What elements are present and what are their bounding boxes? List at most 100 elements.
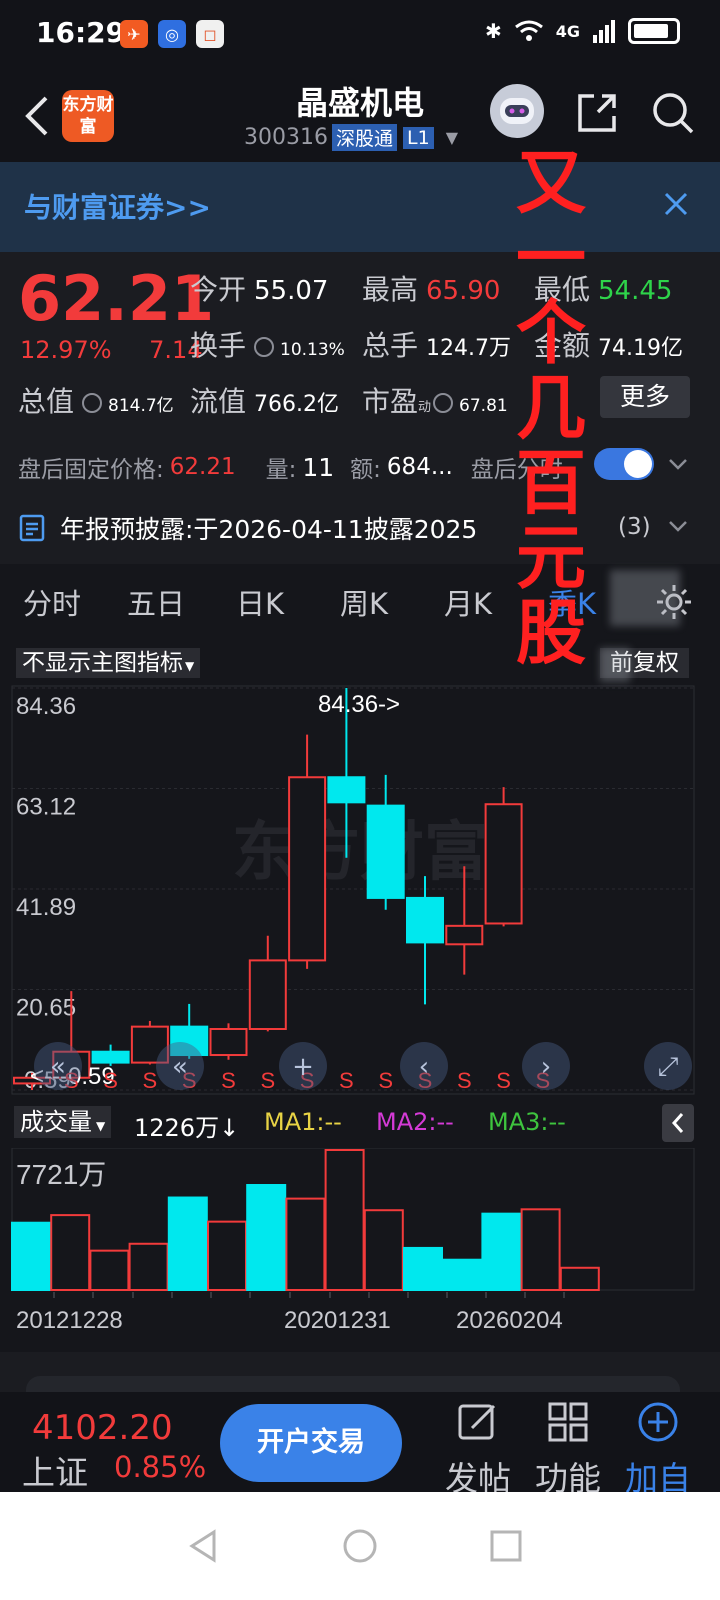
- overlay-annotation: 又一个几百元股: [516, 142, 586, 674]
- nav-recents-icon[interactable]: [486, 1526, 526, 1566]
- post-button[interactable]: 发帖: [438, 1400, 518, 1500]
- wifi-icon: [514, 20, 543, 41]
- amount-value: 74.19亿: [598, 336, 683, 361]
- y-tick-label: 63.12: [16, 794, 76, 821]
- rewind-icon: «: [50, 1052, 66, 1082]
- rewind-button[interactable]: «: [34, 1042, 82, 1090]
- promo-banner[interactable]: 与财富证券>>: [0, 162, 720, 252]
- notification-app-icon: ◻: [196, 20, 224, 48]
- candle-body: [91, 1050, 130, 1064]
- volume-bar: [324, 1149, 365, 1291]
- nav-back-icon[interactable]: [184, 1526, 224, 1566]
- turnover-field: 换手 10.13%: [190, 324, 345, 364]
- rewind-button[interactable]: «: [156, 1042, 204, 1090]
- after-hours-row: 盘后固定价格: 62.21 量: 11 额: 684... 盘后分时: [18, 450, 563, 484]
- after-hours-toggle[interactable]: [594, 448, 654, 480]
- ma3-label: MA3:--: [488, 1108, 566, 1136]
- stock-code: 300316: [244, 125, 328, 150]
- info-icon[interactable]: [433, 393, 454, 413]
- volume-bar: [442, 1258, 483, 1291]
- index-value[interactable]: 4102.20: [32, 1408, 173, 1448]
- zoom-in-button[interactable]: +: [279, 1042, 327, 1090]
- tag-level: L1: [403, 126, 434, 149]
- document-icon: [19, 514, 45, 542]
- kline-chart[interactable]: 84.3663.1241.8920.65-0.59东方财富84.36-><---…: [0, 684, 720, 1098]
- fullscreen-button[interactable]: ⤢: [644, 1042, 692, 1090]
- tab-week-k[interactable]: 周K: [312, 581, 416, 623]
- add-watchlist-button[interactable]: 加自: [618, 1400, 698, 1500]
- main-indicator-label: 不显示主图指标: [22, 650, 183, 676]
- notification-app-icon: ✈: [120, 20, 148, 48]
- tab-month-k[interactable]: 月K: [416, 581, 520, 623]
- pe-value: 67.81: [459, 396, 508, 416]
- candle-body: [445, 924, 484, 946]
- more-button[interactable]: 更多: [600, 376, 690, 418]
- s-marker: S: [457, 1068, 472, 1093]
- plot-frame: [11, 685, 695, 1095]
- system-navigation: [0, 1492, 720, 1600]
- pe-label: 市盈: [362, 385, 419, 418]
- collapse-button[interactable]: [662, 1104, 694, 1142]
- s-marker: S: [103, 1068, 118, 1093]
- mktcap-value: 814.7亿: [108, 396, 174, 416]
- dropdown-arrow-icon: ▼: [96, 1119, 106, 1133]
- ah-amt: 684...: [386, 454, 453, 480]
- volume-current: 1226万↓: [134, 1114, 240, 1142]
- share-icon[interactable]: [574, 90, 620, 136]
- search-icon[interactable]: [650, 90, 696, 136]
- volume-bar: [559, 1266, 600, 1292]
- ai-robot-icon[interactable]: [490, 84, 544, 138]
- change-percent: 12.97%: [20, 336, 112, 364]
- chevron-down-icon[interactable]: [668, 518, 688, 534]
- pe-field: 市盈 动 67.81: [362, 380, 508, 420]
- tab-day-k[interactable]: 日K: [208, 581, 312, 623]
- ma1-label: MA1:--: [264, 1108, 342, 1136]
- report-text: 年报预披露:于2026-04-11披露2025: [60, 515, 478, 544]
- current-price: 62.21: [18, 262, 215, 335]
- volume-indicator-label: 成交量: [20, 1108, 92, 1136]
- info-icon[interactable]: [254, 337, 275, 357]
- ah-vol-label: 量:: [265, 457, 297, 483]
- trade-button[interactable]: 开户交易: [220, 1404, 402, 1482]
- rewind-icon: «: [172, 1052, 188, 1082]
- stock-code-line[interactable]: 300316 深股通 L1 ▼: [244, 124, 458, 151]
- ah-amt-label: 额:: [350, 457, 381, 483]
- next-button[interactable]: ›: [522, 1042, 570, 1090]
- volume-field: 总手 124.7万: [362, 324, 511, 364]
- open-value: 55.07: [254, 276, 329, 306]
- turnover-label: 换手: [190, 329, 247, 362]
- tab-fenshi[interactable]: 分时: [0, 581, 104, 623]
- info-icon[interactable]: [82, 393, 103, 413]
- fullscreen-icon: ⤢: [658, 1052, 679, 1082]
- index-name[interactable]: 上证: [22, 1446, 88, 1494]
- tab-five-day[interactable]: 五日: [104, 581, 208, 623]
- main-indicator-dropdown[interactable]: 不显示主图指标 ▼: [16, 648, 201, 678]
- nav-home-icon[interactable]: [340, 1526, 380, 1566]
- high-marker: 84.36->: [318, 691, 400, 718]
- battery-icon: [628, 18, 680, 44]
- volume-bar: [520, 1208, 561, 1292]
- candle-body: [366, 804, 405, 899]
- volume-value: 124.7万: [426, 336, 511, 361]
- volume-chart[interactable]: 7721万 20121228 20201231 20260204: [0, 1148, 720, 1348]
- s-marker: S: [221, 1068, 236, 1093]
- zoom-in-icon: +: [292, 1052, 314, 1082]
- float-field: 流值 766.2亿: [190, 380, 339, 420]
- ah-price-label: 盘后固定价格:: [18, 457, 164, 483]
- candle-body: [484, 803, 523, 925]
- report-notice[interactable]: 年报预披露:于2026-04-11披露2025: [18, 510, 477, 546]
- volume-indicator-dropdown[interactable]: 成交量 ▼: [14, 1106, 112, 1138]
- volume-bar: [207, 1220, 247, 1291]
- candle-body: [288, 776, 327, 962]
- volume-header: 成交量 ▼ 1226万↓ MA1:-- MA2:-- MA3:--: [0, 1098, 720, 1148]
- turnover-value: 10.13%: [280, 340, 345, 360]
- close-icon[interactable]: [660, 188, 692, 220]
- open-label: 今开: [190, 273, 247, 306]
- y-tick-label: 41.89: [16, 894, 76, 921]
- function-button[interactable]: 功能: [528, 1400, 608, 1500]
- mktcap-label: 总值: [18, 385, 75, 418]
- chevron-down-icon[interactable]: [668, 456, 688, 472]
- float-value: 766.2亿: [254, 392, 339, 417]
- prev-button[interactable]: ‹: [400, 1042, 448, 1090]
- status-bar: 16:29 ✈ ◎ ◻ ✱ 4G: [0, 0, 720, 70]
